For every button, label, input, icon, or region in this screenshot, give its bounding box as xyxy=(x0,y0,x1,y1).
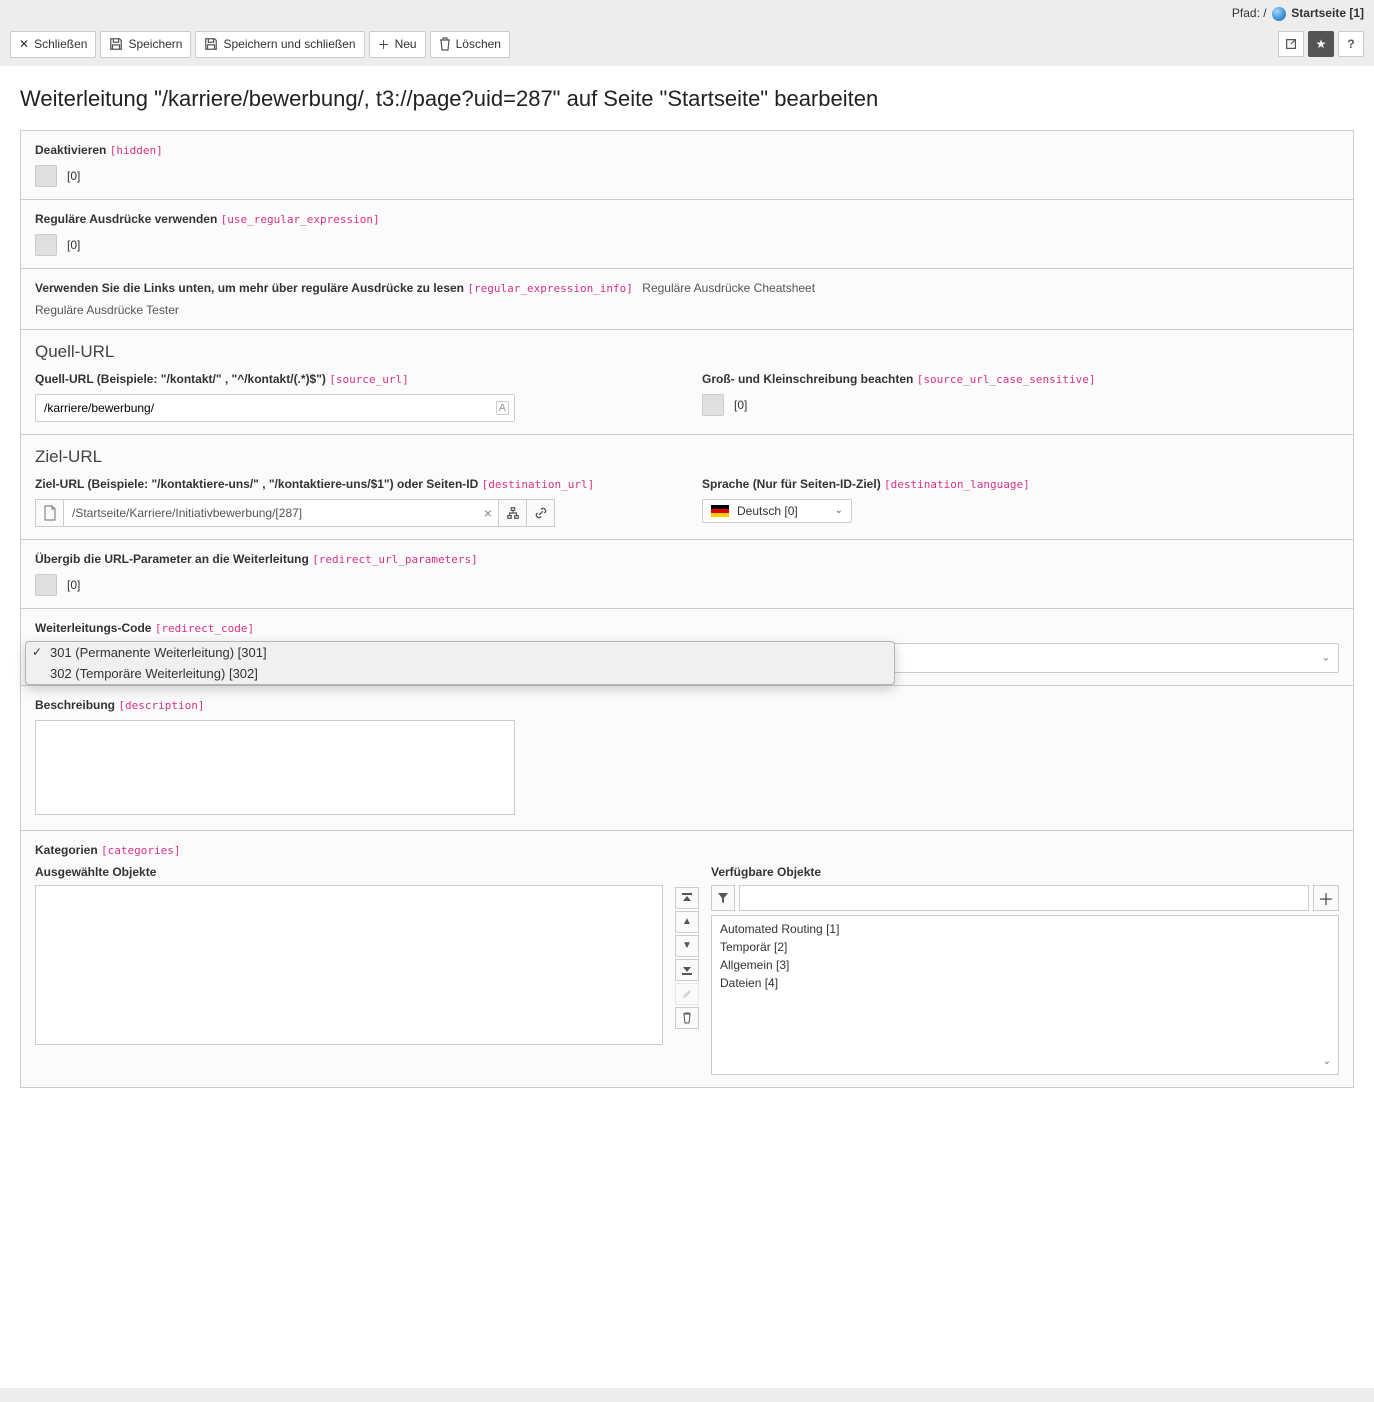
language-select[interactable]: Deutsch [0] ⌄ xyxy=(702,499,852,523)
trash-icon xyxy=(682,1012,692,1024)
case-sensitive-label: Groß- und Kleinschreibung beachten [sour… xyxy=(702,372,1339,386)
available-objects-label: Verfügbare Objekte xyxy=(711,865,1339,879)
close-button[interactable]: ✕ Schließen xyxy=(10,31,96,58)
open-new-window-button[interactable] xyxy=(1278,31,1304,57)
selected-objects-list[interactable] xyxy=(35,885,663,1045)
globe-icon xyxy=(1272,7,1286,21)
help-icon: ? xyxy=(1347,37,1354,51)
dest-url-label: Ziel-URL (Beispiele: "/kontaktiere-uns/"… xyxy=(35,477,672,491)
remove-button[interactable] xyxy=(675,1007,699,1029)
list-item[interactable]: Allgemein [3] xyxy=(716,956,1334,974)
chevron-down-icon: ⌄ xyxy=(1323,1056,1331,1067)
redirect-code-option-301[interactable]: 301 (Permanente Weiterleitung) [301] xyxy=(26,642,894,663)
filter-input[interactable] xyxy=(739,885,1309,911)
case-sensitive-value: [0] xyxy=(734,398,747,412)
star-icon: ★ xyxy=(1316,37,1327,51)
trash-icon xyxy=(439,37,451,51)
dest-url-heading: Ziel-URL xyxy=(35,447,1339,467)
path-start-link[interactable]: Startseite [1] xyxy=(1291,6,1364,20)
chevron-down-icon: ⌄ xyxy=(835,505,843,516)
edit-button xyxy=(675,983,699,1005)
source-url-heading: Quell-URL xyxy=(35,342,1339,362)
sitemap-icon xyxy=(506,506,520,520)
toolbar: ✕ Schließen Speichern Speichern und schl… xyxy=(0,27,1374,66)
case-sensitive-checkbox[interactable] xyxy=(702,394,724,416)
link-browser-button[interactable] xyxy=(527,499,555,527)
regex-value: [0] xyxy=(67,238,80,252)
move-bottom-button[interactable] xyxy=(675,959,699,981)
available-objects-list[interactable]: Automated Routing [1] Temporär [2] Allge… xyxy=(711,915,1339,1075)
pass-params-value: [0] xyxy=(67,578,80,592)
clear-icon[interactable]: × xyxy=(484,505,492,521)
language-label: Sprache (Nur für Seiten-ID-Ziel) [destin… xyxy=(702,477,1339,491)
source-url-input[interactable] xyxy=(35,394,515,422)
path-bar: Pfad: / Startseite [1] xyxy=(0,0,1374,27)
pass-params-checkbox[interactable] xyxy=(35,574,57,596)
deactivate-checkbox[interactable] xyxy=(35,165,57,187)
arrow-bottom-icon xyxy=(682,965,692,975)
page-icon xyxy=(35,499,63,527)
help-button[interactable]: ? xyxy=(1338,31,1364,57)
description-label: Beschreibung [description] xyxy=(35,698,1339,712)
deactivate-value: [0] xyxy=(67,169,80,183)
list-item[interactable]: Dateien [4] xyxy=(716,974,1334,992)
arrow-down-icon: ▼ xyxy=(682,940,692,951)
path-label: Pfad: xyxy=(1232,6,1260,20)
save-close-icon xyxy=(204,37,218,51)
categories-label: Kategorien [categories] xyxy=(35,843,1339,857)
add-button[interactable]: ＋ xyxy=(1313,885,1339,911)
list-item[interactable]: Temporär [2] xyxy=(716,938,1334,956)
regex-checkbox[interactable] xyxy=(35,234,57,256)
description-textarea[interactable] xyxy=(35,720,515,815)
plus-icon: ＋ xyxy=(378,36,390,53)
move-top-button[interactable] xyxy=(675,887,699,909)
dest-url-input[interactable]: /Startseite/Karriere/Initiativbewerbung/… xyxy=(63,499,499,527)
delete-button[interactable]: Löschen xyxy=(430,31,510,58)
input-helper-icon[interactable]: A xyxy=(496,401,509,415)
save-icon xyxy=(109,37,123,51)
regex-info-label: Verwenden Sie die Links unten, um mehr ü… xyxy=(35,281,636,295)
filter-icon xyxy=(711,885,735,911)
redirect-code-label: Weiterleitungs-Code [redirect_code] xyxy=(35,621,1339,635)
redirect-code-dropdown: 301 (Permanente Weiterleitung) [301] 302… xyxy=(25,641,895,685)
arrow-top-icon xyxy=(682,893,692,903)
regex-cheatsheet-link[interactable]: Reguläre Ausdrücke Cheatsheet xyxy=(642,281,815,295)
regex-label: Reguläre Ausdrücke verwenden [use_regula… xyxy=(35,212,1339,226)
source-url-label: Quell-URL (Beispiele: "/kontakt/" , "^/k… xyxy=(35,372,672,386)
page-title: Weiterleitung "/karriere/bewerbung/, t3:… xyxy=(20,86,1354,112)
pencil-icon xyxy=(682,989,692,999)
link-icon xyxy=(534,506,548,520)
save-button[interactable]: Speichern xyxy=(100,31,191,58)
selected-objects-label: Ausgewählte Objekte xyxy=(35,865,663,879)
list-item[interactable]: Automated Routing [1] xyxy=(716,920,1334,938)
move-down-button[interactable]: ▼ xyxy=(675,935,699,957)
link-wizard-button[interactable] xyxy=(499,499,527,527)
save-close-button[interactable]: Speichern und schließen xyxy=(195,31,364,58)
chevron-down-icon: ⌄ xyxy=(1322,652,1330,663)
move-up-button[interactable]: ▲ xyxy=(675,911,699,933)
pass-params-label: Übergib die URL-Parameter an die Weiterl… xyxy=(35,552,1339,566)
new-button[interactable]: ＋ Neu xyxy=(369,31,426,58)
flag-de-icon xyxy=(711,505,729,517)
regex-tester-link[interactable]: Reguläre Ausdrücke Tester xyxy=(35,303,179,317)
bookmark-button[interactable]: ★ xyxy=(1308,31,1334,57)
plus-icon: ＋ xyxy=(1318,886,1334,910)
deactivate-label: Deaktivieren [hidden] xyxy=(35,143,1339,157)
arrow-up-icon: ▲ xyxy=(682,916,692,927)
close-icon: ✕ xyxy=(19,37,29,51)
redirect-code-option-302[interactable]: 302 (Temporäre Weiterleitung) [302] xyxy=(26,663,894,684)
open-new-window-icon xyxy=(1284,37,1298,51)
